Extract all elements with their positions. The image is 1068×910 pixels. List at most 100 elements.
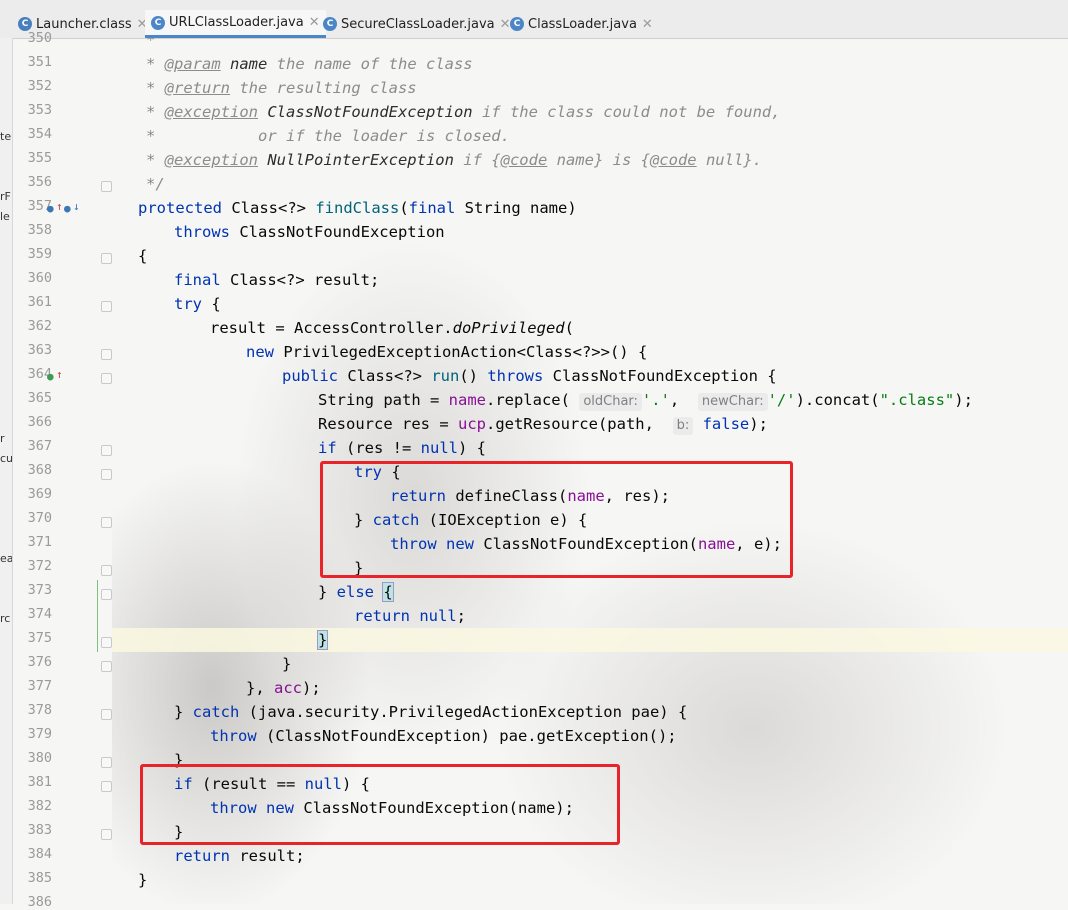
- change-marker: [97, 580, 98, 652]
- code-line: return null;: [354, 607, 467, 625]
- line-number: 358: [27, 222, 52, 238]
- highlight-box: [320, 461, 793, 578]
- tab-secureclassloader-java[interactable]: C SecureClassLoader.java ✕: [317, 10, 517, 38]
- line-number: 366: [27, 414, 52, 430]
- code-line: new PrivilegedExceptionAction<Class<?>>(…: [246, 343, 648, 361]
- code-line: }: [316, 630, 329, 650]
- code-line: * @return the resulting class: [146, 79, 417, 97]
- fold-marker[interactable]: [101, 373, 112, 384]
- fold-marker[interactable]: [101, 709, 112, 720]
- code-editor[interactable]: * * @param name the name of the class * …: [112, 38, 1068, 904]
- line-number: 370: [27, 510, 52, 526]
- code-line: *: [146, 38, 156, 49]
- code-line: String path = name.replace( oldChar: '.',…: [318, 391, 973, 411]
- class-file-icon: C: [18, 17, 32, 31]
- line-number: 367: [27, 438, 52, 454]
- code-line: throws ClassNotFoundException: [174, 223, 445, 241]
- code-line: * @exception NullPointerException if {@c…: [146, 151, 762, 169]
- code-line: * @param name the name of the class: [146, 55, 473, 73]
- code-line: result = AccessController.doPrivileged(: [210, 319, 574, 337]
- line-number: 383: [27, 822, 52, 838]
- code-line: try {: [174, 295, 221, 313]
- override-icon[interactable]: ●: [47, 202, 54, 215]
- line-number: 353: [27, 102, 52, 118]
- tab-label: URLClassLoader.java: [169, 15, 304, 30]
- panel-fragment: te: [0, 130, 12, 143]
- panel-fragment: r: [0, 432, 5, 445]
- fold-marker[interactable]: [101, 589, 112, 600]
- java-class-icon: C: [510, 17, 524, 31]
- implemented-down-arrow-icon[interactable]: ↓: [73, 200, 80, 213]
- line-number: 378: [27, 702, 52, 718]
- overridden-up-arrow-icon[interactable]: ↑: [56, 200, 63, 213]
- line-number: 385: [27, 870, 52, 886]
- code-line: {: [138, 247, 148, 265]
- implements-up-arrow-icon[interactable]: ↑: [56, 368, 63, 381]
- editor-gutter[interactable]: 350 351 352 353 354 355 356 357 358 359 …: [12, 30, 112, 910]
- line-number: 359: [27, 246, 52, 262]
- fold-marker[interactable]: [101, 637, 112, 648]
- code-line: Resource res = ucp.getResource(path, b: …: [318, 415, 768, 435]
- java-class-icon: C: [323, 17, 337, 31]
- tab-urlclassloader-java[interactable]: C URLClassLoader.java ✕: [145, 10, 326, 38]
- tab-label: SecureClassLoader.java: [341, 16, 495, 32]
- fold-marker[interactable]: [101, 661, 112, 672]
- editor-tab-bar: C Launcher.class ✕ C URLClassLoader.java…: [0, 0, 1068, 39]
- fold-marker[interactable]: [101, 565, 112, 576]
- line-number: 375: [27, 630, 52, 646]
- current-line-highlight: [112, 628, 1068, 652]
- code-line: }: [138, 871, 148, 889]
- code-line: * or if the loader is closed.: [146, 127, 510, 145]
- fold-marker[interactable]: [101, 253, 112, 264]
- line-number: 350: [27, 30, 52, 46]
- highlight-box: [140, 764, 620, 845]
- line-number: 363: [27, 342, 52, 358]
- close-icon[interactable]: ✕: [642, 17, 653, 32]
- fold-marker[interactable]: [101, 781, 112, 792]
- line-number: 376: [27, 654, 52, 670]
- line-number: 360: [27, 270, 52, 286]
- fold-marker[interactable]: [101, 757, 112, 768]
- code-line: * @exception ClassNotFoundException if t…: [146, 103, 781, 121]
- panel-fragment: rc: [0, 612, 11, 625]
- line-number: 374: [27, 606, 52, 622]
- line-number: 356: [27, 174, 52, 190]
- code-line: } else {: [318, 582, 394, 602]
- code-line: }: [282, 655, 292, 673]
- code-line: */: [146, 175, 165, 193]
- line-number: 372: [27, 558, 52, 574]
- line-number: 377: [27, 678, 52, 694]
- code-line: protected Class<?> findClass(final Strin…: [138, 199, 577, 217]
- line-number: 373: [27, 582, 52, 598]
- line-number: 386: [27, 894, 52, 910]
- line-number: 381: [27, 774, 52, 790]
- code-line: final Class<?> result;: [174, 271, 380, 289]
- fold-marker[interactable]: [101, 301, 112, 312]
- line-number: 382: [27, 798, 52, 814]
- line-number: 352: [27, 78, 52, 94]
- tab-classloader-java[interactable]: C ClassLoader.java ✕: [504, 10, 659, 38]
- line-number: 351: [27, 54, 52, 70]
- fold-marker[interactable]: [101, 349, 112, 360]
- fold-marker[interactable]: [101, 829, 112, 840]
- line-number: 368: [27, 462, 52, 478]
- param-hint: b:: [672, 417, 694, 435]
- code-line: } catch (java.security.PrivilegedActionE…: [174, 703, 688, 721]
- panel-fragment: le: [0, 210, 10, 223]
- line-number: 354: [27, 126, 52, 142]
- override-icon[interactable]: ●: [64, 202, 71, 215]
- param-hint: newChar:: [697, 393, 768, 411]
- fold-marker[interactable]: [101, 181, 112, 192]
- panel-fragment: rF: [0, 190, 11, 203]
- line-number: 384: [27, 846, 52, 862]
- implements-icon[interactable]: ●: [47, 370, 54, 383]
- fold-marker[interactable]: [101, 469, 112, 480]
- fold-marker[interactable]: [101, 445, 112, 456]
- line-number: 379: [27, 726, 52, 742]
- fold-marker[interactable]: [101, 517, 112, 528]
- line-number: 355: [27, 150, 52, 166]
- code-line: public Class<?> run() throws ClassNotFou…: [282, 367, 777, 385]
- line-number: 371: [27, 534, 52, 550]
- code-line: }, acc);: [246, 679, 321, 697]
- line-number: 362: [27, 318, 52, 334]
